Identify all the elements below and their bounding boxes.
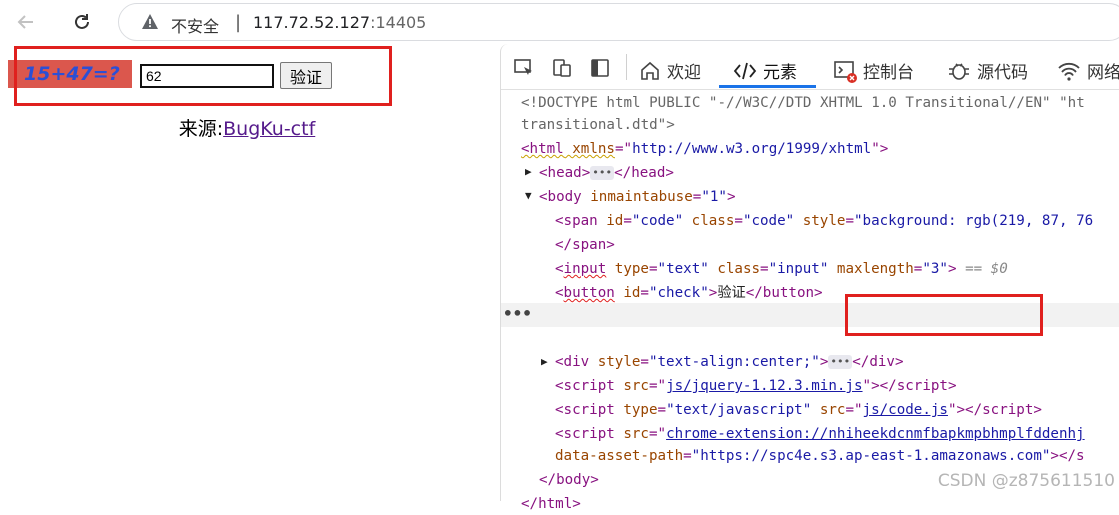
dom-node-input[interactable]: <input type="text" class="input" maxleng… <box>555 258 1008 280</box>
expand-triangle-icon[interactable]: ▶ <box>525 165 532 178</box>
collapsed-div-ellipsis-icon[interactable]: ••• <box>828 355 853 369</box>
back-icon[interactable] <box>10 6 42 38</box>
tab-welcome[interactable]: 欢迎 <box>639 58 701 83</box>
url-separator: | <box>235 12 242 33</box>
reload-icon[interactable] <box>66 6 98 38</box>
warning-icon[interactable] <box>141 13 159 31</box>
tab-elements-label: 元素 <box>763 63 797 83</box>
address-bar[interactable]: 不安全 | 117.72.52.127:14405 <box>118 3 1119 41</box>
devtools-tabbar: 欢迎 元素 控制台 源代码 网络 <box>501 44 1119 90</box>
dom-body-close: </body> <box>539 472 599 488</box>
watermark: CSDN @z875611510 <box>937 471 1115 491</box>
collapsed-ellipsis-icon[interactable]: ••• <box>590 166 615 180</box>
dom-tree: ••• <!DOCTYPE html PUBLIC "-//W3C//DTD X… <box>501 92 1119 512</box>
tab-sources[interactable]: 源代码 <box>947 58 1028 83</box>
url-port: :14405 <box>370 13 427 32</box>
more-options-icon[interactable]: ••• <box>503 303 532 325</box>
url-host: 117.72.52.127 <box>253 13 371 32</box>
tab-console[interactable]: 控制台 <box>833 58 914 83</box>
source-link[interactable]: BugKu-ctf <box>223 118 315 140</box>
doctype-line-2: transitional.dtd"> <box>521 117 675 133</box>
page-viewport: 15+47=? 验证 来源:BugKu-ctf <box>0 44 494 501</box>
expand-div-triangle-icon[interactable]: ▶ <box>541 355 548 368</box>
dom-html-close: </html> <box>521 496 581 512</box>
home-icon <box>641 61 659 80</box>
tab-separator <box>626 54 627 80</box>
bug-icon <box>949 62 969 80</box>
dom-script-asset-path: data-asset-path="https://spc4e.s3.ap-eas… <box>555 448 1085 464</box>
device-toolbar-icon[interactable] <box>551 57 573 79</box>
highlight-box-captcha <box>14 46 392 106</box>
console-icon <box>834 60 857 83</box>
security-label[interactable]: 不安全 <box>171 13 219 37</box>
dom-node-body[interactable]: <body inmaintabuse="1"> <box>539 186 735 208</box>
wifi-icon <box>1058 62 1080 81</box>
dock-side-icon[interactable] <box>589 57 611 79</box>
tab-sources-label: 源代码 <box>977 63 1028 83</box>
dom-node-script-extension[interactable]: <script src="chrome-extension://nhiheekd… <box>555 423 1085 445</box>
tab-welcome-label: 欢迎 <box>667 63 701 83</box>
dom-node-script-code[interactable]: <script type="text/javascript" src="js/c… <box>555 399 1042 421</box>
collapse-triangle-icon[interactable]: ▼ <box>525 189 532 202</box>
tab-network-label: 网络 <box>1087 63 1119 83</box>
source-prefix: 来源: <box>178 118 224 140</box>
dom-node-head[interactable]: <head> ••• </head> <box>539 162 674 184</box>
tab-console-label: 控制台 <box>863 63 914 83</box>
dom-node-script-jquery[interactable]: <script src="js/jquery-1.12.3.min.js"></… <box>555 375 957 397</box>
highlight-box-maxlength <box>845 294 1043 336</box>
devtools-panel: 欢迎 元素 控制台 源代码 网络 ••• <!DOCTYPE html PUBL… <box>500 44 1119 512</box>
doctype-line-1: <!DOCTYPE html PUBLIC "-//W3C//DTD XHTML… <box>521 95 1085 111</box>
active-tab-indicator <box>719 85 816 88</box>
tab-elements[interactable]: 元素 <box>733 58 797 83</box>
dom-node-html[interactable]: <html xmlns="http://www.w3.org/1999/xhtm… <box>521 138 888 160</box>
dom-span-close: </span> <box>555 237 615 253</box>
dom-node-span[interactable]: <span id="code" class="code" style="back… <box>555 210 1093 232</box>
url-text[interactable]: 117.72.52.127:14405 <box>253 13 426 32</box>
inspect-icon[interactable] <box>513 57 535 79</box>
browser-toolbar: 不安全 | 117.72.52.127:14405 <box>0 0 1119 44</box>
tab-network[interactable]: 网络 <box>1057 58 1119 83</box>
source-line: 来源:BugKu-ctf <box>0 114 494 141</box>
code-brackets-icon <box>733 62 757 79</box>
dom-node-button[interactable]: <button id="check">验证</button> <box>555 282 823 304</box>
dom-node-div[interactable]: <div style="text-align:center;"> ••• </div… <box>555 351 903 373</box>
